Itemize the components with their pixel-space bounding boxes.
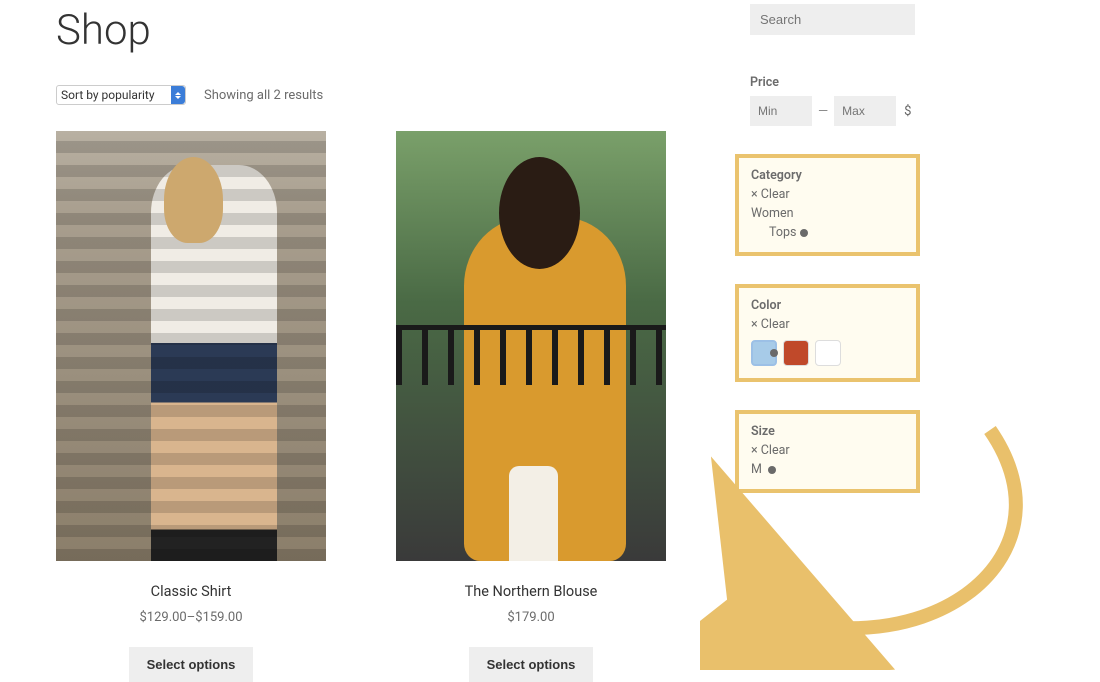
color-swatch-white[interactable] [815,340,841,366]
selected-dot-icon [770,349,778,357]
size-value: M [751,462,762,477]
color-clear-link[interactable]: × Clear [751,317,904,332]
product-price: $179.00 [396,610,666,625]
color-label: Color [751,298,904,313]
product-price: $129.00–$159.00 [56,610,326,625]
sidebar: Price — $ Category × Clear Women Tops Co… [735,4,920,493]
size-clear-link[interactable]: × Clear [751,443,904,458]
search-input[interactable] [750,4,915,35]
price-dash: — [818,104,828,119]
category-label: Category [751,168,904,183]
category-child-label: Tops [769,225,796,240]
select-options-button[interactable]: Select options [469,647,594,682]
size-filter: Size × Clear M [735,410,920,493]
product-grid: Classic Shirt $129.00–$159.00 Select opt… [56,131,700,682]
selected-dot-icon [768,466,776,474]
category-item-tops[interactable]: Tops [769,225,904,240]
color-filter: Color × Clear [735,284,920,382]
color-swatch-blue[interactable] [751,340,777,366]
select-options-button[interactable]: Select options [129,647,254,682]
price-min-input[interactable] [750,96,812,126]
select-arrows-icon [171,86,185,104]
size-item-m[interactable]: M [751,462,904,477]
price-label: Price [750,75,920,90]
category-filter: Category × Clear Women Tops [735,154,920,256]
category-item-women[interactable]: Women [751,206,904,221]
price-max-input[interactable] [834,96,896,126]
product-card[interactable]: The Northern Blouse $179.00 Select optio… [396,131,666,682]
price-filter: Price — $ [750,75,920,126]
product-image[interactable] [56,131,326,561]
result-count: Showing all 2 results [204,88,323,103]
selected-dot-icon [800,229,808,237]
product-title: The Northern Blouse [396,583,666,600]
color-swatches [751,340,904,366]
category-clear-link[interactable]: × Clear [751,187,904,202]
product-image-bg [509,466,558,561]
currency-symbol: $ [904,104,911,119]
size-label: Size [751,424,904,439]
color-swatch-rust[interactable] [783,340,809,366]
product-card[interactable]: Classic Shirt $129.00–$159.00 Select opt… [56,131,326,682]
sort-select-value: Sort by popularity [61,88,155,102]
product-title: Classic Shirt [56,583,326,600]
sort-select[interactable]: Sort by popularity [56,85,186,105]
product-image-bg [396,325,666,385]
product-image-bg [56,131,326,561]
product-image[interactable] [396,131,666,561]
shop-toolbar: Sort by popularity Showing all 2 results [56,85,700,105]
page-title: Shop [56,6,700,55]
